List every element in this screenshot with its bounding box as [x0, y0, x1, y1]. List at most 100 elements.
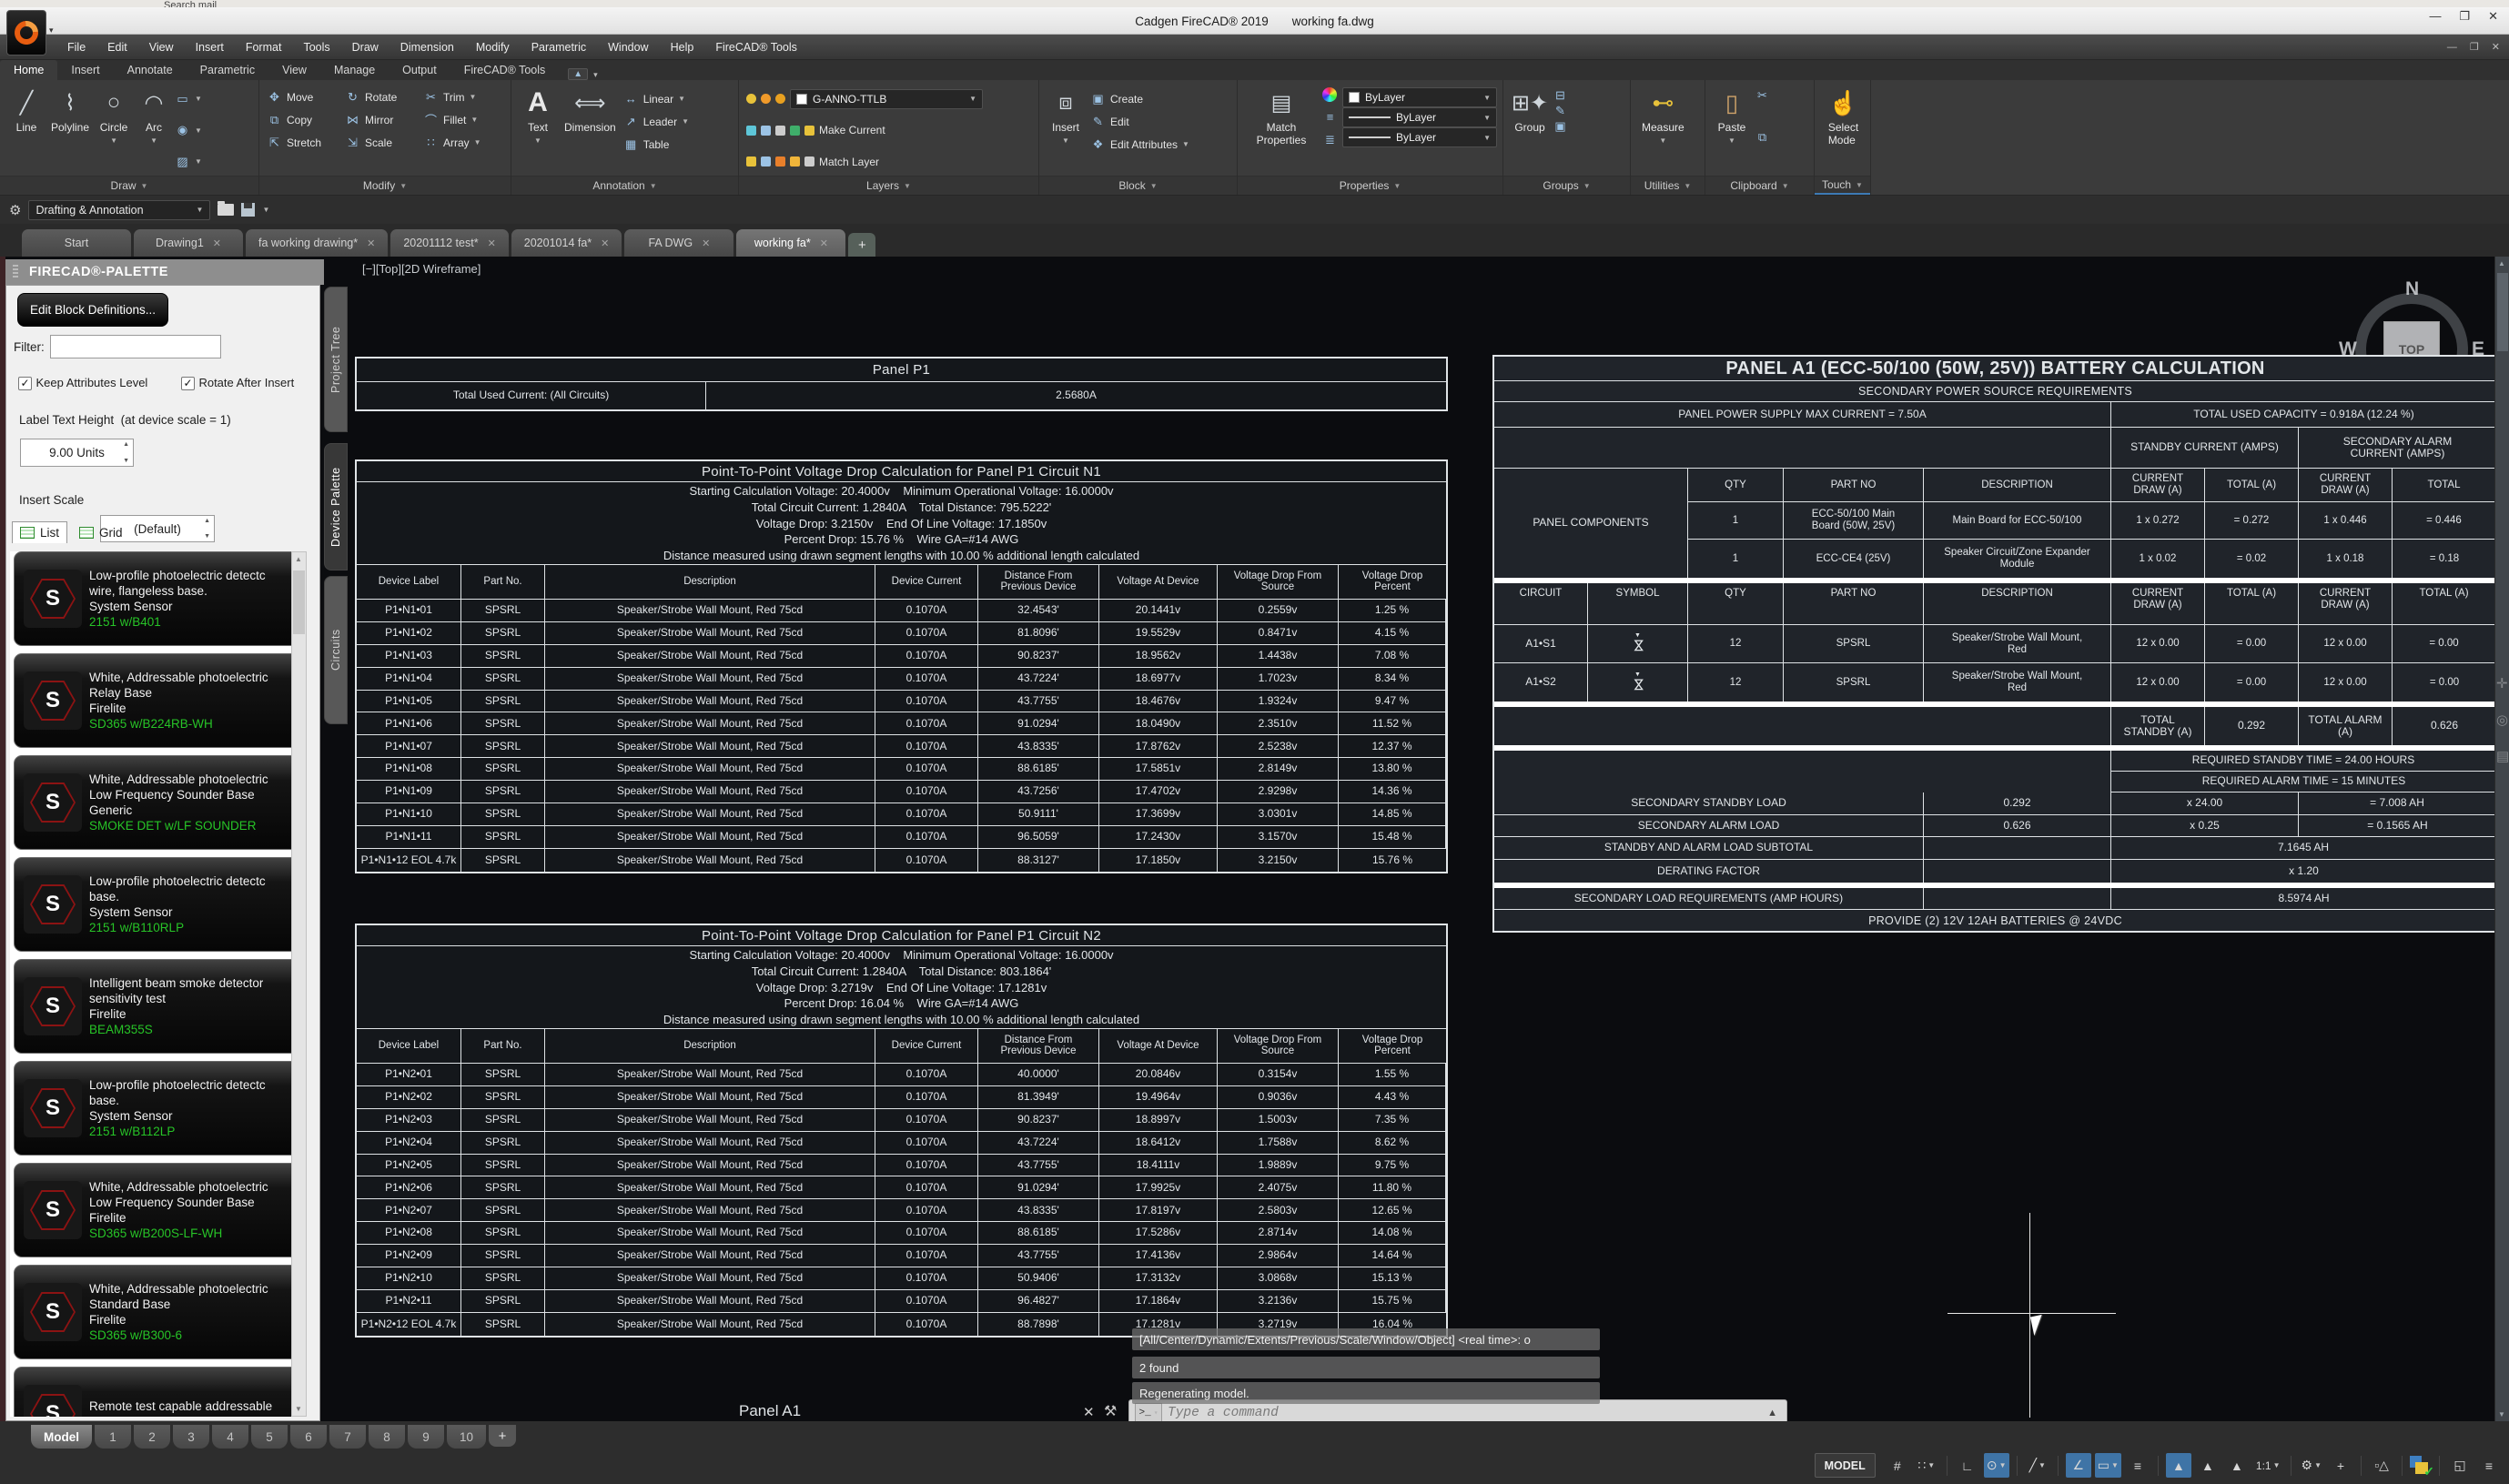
draw-line-button[interactable]: ╱Line — [7, 86, 46, 175]
annotation-linear-button[interactable]: ↔Linear▼ — [623, 87, 689, 110]
device-list-item[interactable]: SWhite, Addressable photoelectricLow Fre… — [14, 755, 303, 850]
block-create-button[interactable]: ▣Create — [1090, 87, 1189, 110]
panel-footer-clipboard[interactable]: Clipboard▼ — [1705, 176, 1814, 195]
group-edit-icon[interactable]: ✎ — [1553, 103, 1568, 118]
tab-list[interactable]: List — [12, 521, 67, 543]
side-tab-circuits[interactable]: Circuits — [324, 576, 348, 724]
ribbon-tab-manage[interactable]: Manage — [320, 60, 389, 80]
workspace-select[interactable]: Drafting & Annotation▼ — [28, 200, 210, 220]
block-edit-attributes-button[interactable]: ❖Edit Attributes▼ — [1090, 133, 1189, 156]
tab-grid[interactable]: Grid — [72, 522, 130, 543]
object-snap-tracking-icon[interactable]: ∠ — [2066, 1453, 2091, 1478]
tab-close-icon[interactable]: ✕ — [213, 237, 221, 249]
layer-tool-icon[interactable] — [804, 156, 814, 167]
side-tab-project-tree[interactable]: Project Tree — [324, 287, 348, 432]
ribbon-tab-parametric[interactable]: Parametric — [187, 60, 268, 80]
panel-footer-properties[interactable]: Properties▼ — [1238, 176, 1502, 195]
menu-item-view[interactable]: View — [138, 35, 185, 59]
rotate-after-insert-checkbox[interactable]: ✓ Rotate After Insert — [181, 375, 294, 391]
make-current-row[interactable]: Make Current — [746, 119, 1033, 142]
lineweight-display-icon[interactable]: ≡ — [2125, 1453, 2150, 1478]
device-list-item[interactable]: SWhite, Addressable photoelectricLow Fre… — [14, 1163, 303, 1257]
command-input[interactable]: Type a command — [1168, 1406, 1762, 1420]
status-menu-icon[interactable]: ≡ — [2476, 1453, 2502, 1478]
modify-rotate-button[interactable]: ↻Rotate — [345, 86, 421, 108]
menu-item-dimension[interactable]: Dimension — [390, 35, 465, 59]
workspace-switching-icon[interactable]: ⚙▼ — [2299, 1453, 2324, 1478]
lock-icon[interactable] — [775, 94, 785, 104]
panel-footer-annotation[interactable]: Annotation▼ — [511, 176, 738, 195]
new-layout-button[interactable]: + — [489, 1425, 516, 1447]
layout-tab-4[interactable]: 4 — [212, 1425, 248, 1449]
layer-tool-icon[interactable] — [804, 126, 814, 136]
modify-fillet-button[interactable]: ⌒Fillet▼ — [423, 108, 507, 131]
bulb-on-icon[interactable] — [746, 94, 756, 104]
block-edit-button[interactable]: ✎Edit — [1090, 110, 1189, 133]
panel-footer-touch[interactable]: Touch▼ — [1815, 176, 1870, 195]
draw-arc-button[interactable]: ◠Arc▼ — [135, 86, 173, 175]
circuit-n1-table[interactable]: Point-To-Point Voltage Drop Calculation … — [355, 459, 1448, 873]
cut-icon[interactable]: ✂ — [1755, 87, 1770, 103]
navbar-orbit-icon[interactable]: ◎ — [2496, 712, 2508, 728]
menu-item-format[interactable]: Format — [235, 35, 293, 59]
ortho-icon[interactable]: ∟ — [1955, 1453, 1980, 1478]
device-list-item[interactable]: SLow-profile photoelectric detectcwire, … — [14, 551, 303, 646]
select-mode-button[interactable]: ☝Select Mode — [1822, 86, 1865, 148]
app-menu-caret-icon[interactable]: ▾ — [49, 25, 54, 35]
filter-input[interactable] — [50, 335, 221, 358]
modify-scale-button[interactable]: ⇲Scale — [345, 131, 421, 154]
close-icon[interactable]: ✕ — [2488, 9, 2498, 24]
menu-item-parametric[interactable]: Parametric — [521, 35, 597, 59]
layout-tab-9[interactable]: 9 — [408, 1425, 444, 1449]
viewport-controls-label[interactable]: [−][Top][2D Wireframe] — [362, 262, 481, 276]
layer-tool-icon[interactable] — [746, 156, 756, 167]
device-list-item[interactable]: SWhite, Addressable photoelectricStandar… — [14, 1265, 303, 1359]
layer-tool-icon[interactable] — [775, 156, 785, 167]
device-list-item[interactable]: SRemote test capable addressabledetector… — [14, 1367, 303, 1417]
group-button[interactable]: ⊞✦Group — [1511, 86, 1549, 136]
ribbon-tab-home[interactable]: Home — [0, 60, 57, 80]
save-icon[interactable] — [241, 203, 255, 217]
modify-trim-button[interactable]: ✂Trim▼ — [423, 86, 507, 108]
menu-item-help[interactable]: Help — [660, 35, 705, 59]
battery-calculation-table[interactable]: PANEL A1 (ECC-50/100 (50W, 25V)) BATTERY… — [1492, 355, 2498, 933]
menu-item-draw[interactable]: Draw — [341, 35, 390, 59]
panel-footer-draw[interactable]: Draw▼ — [0, 176, 258, 195]
polar-tracking-icon[interactable]: ⊙▼ — [1984, 1453, 2009, 1478]
command-close-icon[interactable]: ✕ — [1083, 1404, 1095, 1420]
menu-item-firecad-tools[interactable]: FireCAD® Tools — [704, 35, 808, 59]
annotation-dimension-button[interactable]: ⟺Dimension — [561, 86, 620, 157]
measure-button[interactable]: ⊷Measure▼ — [1638, 86, 1688, 146]
copy-clip-icon[interactable]: ⧉ — [1755, 129, 1770, 145]
customization-icon[interactable]: + — [2328, 1453, 2353, 1478]
isometric-drafting-icon[interactable]: ╱▼ — [2025, 1453, 2050, 1478]
modify-copy-button[interactable]: ⧉Copy — [267, 108, 343, 131]
grid-display-icon[interactable]: # — [1885, 1453, 1910, 1478]
bylayer-select-3[interactable]: ByLayer▼ — [1342, 127, 1497, 147]
layout-tab-model[interactable]: Model — [31, 1425, 92, 1449]
document-tab-working-fa-[interactable]: working fa*✕ — [736, 229, 845, 257]
model-space-button[interactable]: MODEL — [1815, 1453, 1876, 1478]
linetype-icon[interactable]: ≣ — [1322, 132, 1338, 147]
device-list-item[interactable]: SLow-profile photoelectric detectcbase.S… — [14, 857, 303, 952]
minimize-icon[interactable]: — — [2429, 9, 2441, 24]
layer-tool-icon[interactable] — [790, 156, 800, 167]
edit-block-definitions-button[interactable]: Edit Block Definitions... — [17, 293, 168, 327]
open-file-icon[interactable] — [218, 204, 234, 216]
keep-attributes-checkbox[interactable]: ✓ Keep Attributes Level — [18, 375, 147, 391]
menu-item-tools[interactable]: Tools — [292, 35, 340, 59]
layout-tab-1[interactable]: 1 — [95, 1425, 131, 1449]
panel-footer-groups[interactable]: Groups▼ — [1503, 176, 1630, 195]
ungroup-icon[interactable]: ⊟ — [1553, 87, 1568, 103]
annotation-text-button[interactable]: AText▼ — [519, 86, 557, 157]
lineweight-icon[interactable]: ≡ — [1322, 109, 1338, 125]
panel-footer-block[interactable]: Block▼ — [1039, 176, 1237, 195]
graphics-performance-icon[interactable]: ✓ — [2410, 1456, 2432, 1476]
bulb-dim-icon[interactable] — [761, 94, 771, 104]
layout-tab-6[interactable]: 6 — [290, 1425, 327, 1449]
rectangle-tool[interactable]: ▭▼ — [175, 87, 202, 110]
layout-tab-8[interactable]: 8 — [369, 1425, 405, 1449]
object-snap-icon[interactable]: ▭▼ — [2095, 1453, 2121, 1478]
tab-close-icon[interactable]: ✕ — [488, 237, 496, 249]
layout-tab-10[interactable]: 10 — [447, 1425, 486, 1449]
